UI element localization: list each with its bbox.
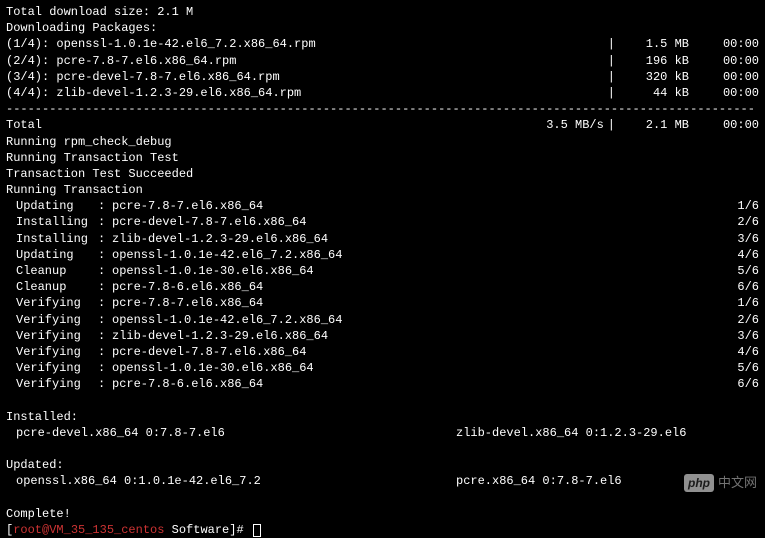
download-time: 00:00 xyxy=(689,36,759,52)
total-label: Total xyxy=(6,117,42,133)
watermark-logo: php xyxy=(684,474,714,492)
watermark-text: 中文网 xyxy=(718,474,757,492)
txn-row: Updating: pcre-7.8-7.el6.x86_641/6 xyxy=(6,198,759,214)
installed-row: pcre-devel.x86_64 0:7.8-7.el6 zlib-devel… xyxy=(6,425,759,441)
txn-action: Verifying xyxy=(16,344,98,360)
rpm-check: Running rpm_check_debug xyxy=(6,134,759,150)
txn-count: 3/6 xyxy=(719,231,759,247)
txn-pkg: zlib-devel-1.2.3-29.el6.x86_64 xyxy=(112,231,719,247)
total-speed: 3.5 MB/s xyxy=(534,117,604,133)
download-name: (1/4): openssl-1.0.1e-42.el6_7.2.x86_64.… xyxy=(6,36,316,52)
txn-count: 2/6 xyxy=(719,312,759,328)
txn-count: 2/6 xyxy=(719,214,759,230)
txn-count: 1/6 xyxy=(719,198,759,214)
download-name: (4/4): zlib-devel-1.2.3-29.el6.x86_64.rp… xyxy=(6,85,301,101)
txn-count: 5/6 xyxy=(719,263,759,279)
download-size: 1.5 MB xyxy=(619,36,689,52)
download-name: (2/4): pcre-7.8-7.el6.x86_64.rpm xyxy=(6,53,236,69)
txn-row: Verifying: zlib-devel-1.2.3-29.el6.x86_6… xyxy=(6,328,759,344)
txn-row: Verifying: pcre-7.8-7.el6.x86_641/6 xyxy=(6,295,759,311)
txn-action: Cleanup xyxy=(16,279,98,295)
installed-pkg: pcre-devel.x86_64 0:7.8-7.el6 xyxy=(16,425,456,441)
total-size: 2.1 MB xyxy=(619,117,689,133)
txn-row: Installing: pcre-devel-7.8-7.el6.x86_642… xyxy=(6,214,759,230)
installed-header: Installed: xyxy=(6,409,759,425)
txn-row: Cleanup: openssl-1.0.1e-30.el6.x86_645/6 xyxy=(6,263,759,279)
txn-succeeded: Transaction Test Succeeded xyxy=(6,166,759,182)
txn-test: Running Transaction Test xyxy=(6,150,759,166)
txn-row: Cleanup: pcre-7.8-6.el6.x86_646/6 xyxy=(6,279,759,295)
txn-count: 1/6 xyxy=(719,295,759,311)
txn-pkg: openssl-1.0.1e-42.el6_7.2.x86_64 xyxy=(112,247,719,263)
download-size: 320 kB xyxy=(619,69,689,85)
txn-count: 4/6 xyxy=(719,344,759,360)
txn-row: Verifying: openssl-1.0.1e-42.el6_7.2.x86… xyxy=(6,312,759,328)
bracket: [ xyxy=(6,523,13,537)
txn-pkg: pcre-7.8-6.el6.x86_64 xyxy=(112,376,719,392)
txn-pkg: pcre-7.8-7.el6.x86_64 xyxy=(112,198,719,214)
txn-count: 4/6 xyxy=(719,247,759,263)
download-size: 44 kB xyxy=(619,85,689,101)
txn-pkg: openssl-1.0.1e-42.el6_7.2.x86_64 xyxy=(112,312,719,328)
download-time: 00:00 xyxy=(689,53,759,69)
txn-pkg: openssl-1.0.1e-30.el6.x86_64 xyxy=(112,263,719,279)
download-row: (3/4): pcre-devel-7.8-7.el6.x86_64.rpm |… xyxy=(6,69,759,85)
bracket: ]# xyxy=(229,523,251,537)
installed-pkg: zlib-devel.x86_64 0:1.2.3-29.el6 xyxy=(456,425,686,441)
prompt-path: Software xyxy=(172,523,230,537)
txn-count: 6/6 xyxy=(719,279,759,295)
txn-pkg: openssl-1.0.1e-30.el6.x86_64 xyxy=(112,360,719,376)
download-size: 196 kB xyxy=(619,53,689,69)
updated-row: openssl.x86_64 0:1.0.1e-42.el6_7.2 pcre.… xyxy=(6,473,759,489)
txn-pkg: pcre-devel-7.8-7.el6.x86_64 xyxy=(112,344,719,360)
download-row: (1/4): openssl-1.0.1e-42.el6_7.2.x86_64.… xyxy=(6,36,759,52)
complete: Complete! xyxy=(6,506,759,522)
txn-pkg: pcre-7.8-6.el6.x86_64 xyxy=(112,279,719,295)
download-row: (4/4): zlib-devel-1.2.3-29.el6.x86_64.rp… xyxy=(6,85,759,101)
prompt-user: root@VM_35_135_centos xyxy=(13,523,171,537)
updated-pkg: pcre.x86_64 0:7.8-7.el6 xyxy=(456,473,622,489)
txn-count: 6/6 xyxy=(719,376,759,392)
running-txn: Running Transaction xyxy=(6,182,759,198)
txn-action: Verifying xyxy=(16,328,98,344)
txn-pkg: pcre-7.8-7.el6.x86_64 xyxy=(112,295,719,311)
txn-action: Verifying xyxy=(16,360,98,376)
divider: ----------------------------------------… xyxy=(6,101,759,117)
updated-header: Updated: xyxy=(6,457,759,473)
txn-row: Updating: openssl-1.0.1e-42.el6_7.2.x86_… xyxy=(6,247,759,263)
download-time: 00:00 xyxy=(689,85,759,101)
download-name: (3/4): pcre-devel-7.8-7.el6.x86_64.rpm xyxy=(6,69,280,85)
download-time: 00:00 xyxy=(689,69,759,85)
txn-row: Verifying: pcre-7.8-6.el6.x86_646/6 xyxy=(6,376,759,392)
txn-action: Installing xyxy=(16,231,98,247)
txn-action: Updating xyxy=(16,198,98,214)
txn-count: 5/6 xyxy=(719,360,759,376)
updated-pkg: openssl.x86_64 0:1.0.1e-42.el6_7.2 xyxy=(16,473,456,489)
total-time: 00:00 xyxy=(689,117,759,133)
total-download-size: Total download size: 2.1 M xyxy=(6,4,759,20)
txn-action: Installing xyxy=(16,214,98,230)
download-row: (2/4): pcre-7.8-7.el6.x86_64.rpm | 196 k… xyxy=(6,53,759,69)
watermark: php 中文网 xyxy=(684,474,757,492)
txn-row: Installing: zlib-devel-1.2.3-29.el6.x86_… xyxy=(6,231,759,247)
txn-count: 3/6 xyxy=(719,328,759,344)
txn-row: Verifying: openssl-1.0.1e-30.el6.x86_645… xyxy=(6,360,759,376)
txn-action: Verifying xyxy=(16,312,98,328)
txn-action: Verifying xyxy=(16,376,98,392)
txn-pkg: zlib-devel-1.2.3-29.el6.x86_64 xyxy=(112,328,719,344)
txn-action: Cleanup xyxy=(16,263,98,279)
txn-pkg: pcre-devel-7.8-7.el6.x86_64 xyxy=(112,214,719,230)
txn-row: Verifying: pcre-devel-7.8-7.el6.x86_644/… xyxy=(6,344,759,360)
txn-action: Updating xyxy=(16,247,98,263)
downloading-header: Downloading Packages: xyxy=(6,20,759,36)
txn-action: Verifying xyxy=(16,295,98,311)
total-row: Total 3.5 MB/s | 2.1 MB 00:00 xyxy=(6,117,759,133)
cursor-icon xyxy=(253,524,261,537)
shell-prompt[interactable]: [root@VM_35_135_centos Software]# xyxy=(6,522,759,538)
